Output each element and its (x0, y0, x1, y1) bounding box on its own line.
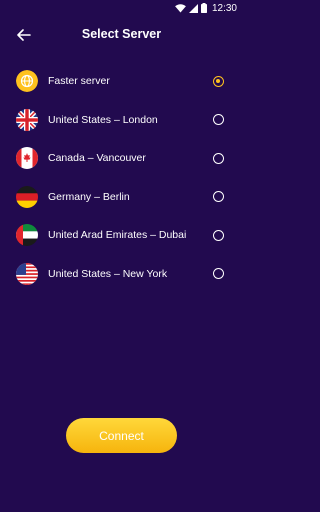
header: Select Server (0, 24, 243, 46)
server-row-berlin[interactable]: Germany – Berlin (0, 178, 243, 217)
germany-flag-icon (16, 185, 38, 208)
us-flag-icon (16, 262, 38, 285)
radio-button[interactable] (213, 152, 224, 164)
uae-flag-icon (16, 224, 38, 247)
server-name: Canada – Vancouver (48, 152, 146, 165)
server-row-london[interactable]: United States – London (0, 101, 243, 140)
radio-button[interactable] (213, 268, 224, 280)
server-list: Faster server United States – London Can… (0, 62, 243, 293)
server-name: United States – New York (48, 267, 168, 280)
radio-button[interactable] (213, 229, 224, 241)
signal-icon (188, 3, 198, 13)
page-title: Select Server (81, 27, 162, 41)
status-bar: 12:30 (0, 0, 243, 16)
wifi-icon (175, 3, 186, 13)
uk-flag-icon (16, 108, 38, 131)
globe-icon (16, 70, 38, 93)
connect-button[interactable]: Connect (66, 418, 177, 453)
server-row-faster[interactable]: Faster server (0, 62, 243, 101)
battery-icon (200, 3, 207, 13)
server-name: United States – London (48, 113, 158, 126)
server-row-vancouver[interactable]: Canada – Vancouver (0, 139, 243, 178)
radio-button[interactable] (213, 114, 224, 126)
server-row-new-york[interactable]: United States – New York (0, 255, 243, 294)
server-name: Faster server (48, 75, 110, 88)
radio-button-selected[interactable] (213, 75, 224, 87)
radio-button[interactable] (213, 191, 224, 203)
server-name: United Arad Emirates – Dubai (48, 229, 187, 242)
status-time: 12:30 (211, 2, 237, 14)
server-name: Germany – Berlin (48, 190, 130, 203)
canada-flag-icon (16, 147, 38, 170)
server-row-dubai[interactable]: United Arad Emirates – Dubai (0, 216, 243, 255)
